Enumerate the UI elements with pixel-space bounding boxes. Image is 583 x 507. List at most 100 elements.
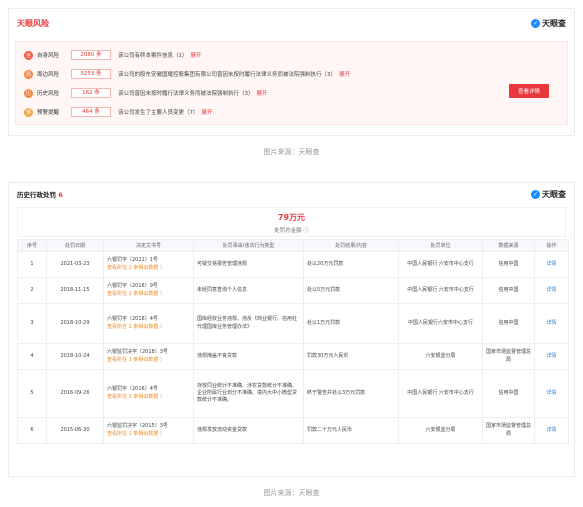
logo-icon: ✓ <box>531 189 540 199</box>
risk-card-header: 天眼风险 ✓ 天眼查 <box>9 9 574 37</box>
doc-number: 六银罚字〔2018〕9号 <box>107 283 158 290</box>
cell-org: 中国人民银行 六安市中心支行 <box>398 369 483 418</box>
cell-org: 六安银监分局 <box>398 417 483 444</box>
table-row: 6 2015-06-30 六银监罚决字〔2015〕3号 查看所在 1 条相似数据 … <box>17 417 569 444</box>
cell-doc: 六银罚字〔2021〕1号 查看所在 1 条相似数据 〉 <box>103 251 194 278</box>
cell-org: 中国人民银行 六安市中心支行 <box>398 251 483 278</box>
cell-result: 处以20万元罚款 <box>303 251 399 278</box>
detail-link[interactable]: 详情 <box>534 417 569 444</box>
similar-data-link[interactable]: 查看所在 1 条相似数据 〉 <box>107 324 190 331</box>
penalty-title-text: 历史行政处罚 <box>17 191 56 199</box>
col-header: 序号 <box>17 239 47 252</box>
col-header: 操作 <box>534 239 569 252</box>
risk-count[interactable]: 2080 条 <box>71 50 111 60</box>
cell-reason: 可疑交易报告管理违规 <box>193 251 304 278</box>
cell-no: 1 <box>17 251 47 278</box>
risk-card: 天眼风险 ✓ 天眼查 自 自身风险 2080 条 该公司有终本案件信息（1） 展… <box>8 8 575 136</box>
cell-no: 3 <box>17 303 47 344</box>
cell-result: 终于警告并处以3万元罚款 <box>303 369 399 418</box>
detail-link[interactable]: 详情 <box>534 277 569 304</box>
tianyancha-logo: ✓ 天眼查 <box>531 18 566 29</box>
doc-number: 六银监罚决字〔2018〕3号 <box>107 349 168 356</box>
similar-data-link[interactable]: 查看所在 1 条相似数据 〉 <box>107 357 190 364</box>
col-header: 处罚结果/内容 <box>303 239 399 252</box>
risk-count[interactable]: 3253 条 <box>71 69 111 79</box>
risk-text: 该公司发生了主要人员变更（7） <box>118 110 199 116</box>
detail-link[interactable]: 详情 <box>534 251 569 278</box>
cell-result: 处以1万元罚款 <box>303 303 399 344</box>
risk-card-title: 天眼风险 <box>17 18 49 28</box>
cell-doc: 六银罚字〔2016〕4号 查看所在 1 条相似数据 〉 <box>103 369 194 418</box>
table-row: 4 2018-10-24 六银监罚决字〔2018〕3号 查看所在 1 条相似数据 … <box>17 343 569 370</box>
risk-row: 周 周边风险 3253 条 该公司的股东安徽国耀控股集团有限公司曾因未按时履行法… <box>24 67 350 81</box>
penalty-amount-label: 处罚总金额 ⓘ <box>274 228 309 234</box>
risk-name: 预警提醒 <box>37 110 60 116</box>
cell-result: 罚款二十万元人民币 <box>303 417 399 444</box>
cell-result: 罚款30万元人民币 <box>303 343 399 370</box>
table-header-row: 序号 处罚日期 决定文书号 处罚事由/违法行为类型 处罚结果/内容 处罚单位 数… <box>17 239 569 252</box>
expand-link[interactable]: 展开 <box>339 70 350 78</box>
col-header: 处罚日期 <box>46 239 104 252</box>
image-caption: 图片来源：天眼查 <box>263 148 320 156</box>
col-header: 决定文书号 <box>103 239 194 252</box>
image-caption: 图片来源：天眼查 <box>263 489 320 497</box>
risk-count[interactable]: 464 条 <box>71 107 111 117</box>
penalty-count: 6 <box>58 191 63 199</box>
risk-row: 自 自身风险 2080 条 该公司有终本案件信息（1） 展开 <box>24 48 202 62</box>
expand-link[interactable]: 展开 <box>191 51 202 59</box>
view-details-button[interactable]: 查看详情 <box>509 84 549 98</box>
cell-source: 信用中国 <box>482 369 535 418</box>
penalty-table: 序号 处罚日期 决定文书号 处罚事由/违法行为类型 处罚结果/内容 处罚单位 数… <box>17 239 569 444</box>
table-row: 1 2021-03-23 六银罚字〔2021〕1号 查看所在 1 条相似数据 〉 … <box>17 251 569 278</box>
cell-org: 六安银监分局 <box>398 343 483 370</box>
cell-date: 2018-10-24 <box>46 343 104 370</box>
penalty-card: 历史行政处罚 6 ✓ 天眼查 79万元 处罚总金额 ⓘ 序号 处罚日期 决定文书… <box>8 182 575 477</box>
cell-doc: 六银罚字〔2018〕9号 查看所在 1 条相似数据 〉 <box>103 277 194 304</box>
cell-reason: 国库经收业务违规、违反《商业银行、信用社代理国库业务管理办法》 <box>193 303 304 344</box>
cell-reason: 违规发放流动资金贷款 <box>193 417 304 444</box>
cell-reason: 未经同意查询个人信息 <box>193 277 304 304</box>
risk-row: 预 预警提醒 464 条 该公司发生了主要人员变更（7） 展开 <box>24 105 213 119</box>
cell-source: 国家市场监督管理总局 <box>482 343 535 370</box>
logo-icon: ✓ <box>531 18 540 28</box>
detail-link[interactable]: 详情 <box>534 369 569 418</box>
col-header: 数据来源 <box>482 239 535 252</box>
cell-result: 处以5万元罚款 <box>303 277 399 304</box>
cell-no: 5 <box>17 369 47 418</box>
cell-reason: 存放同业统计不准确、涉农贷款统计不准确、企业所属行业划分不准确、境内大中小微型贷… <box>193 369 304 418</box>
cell-source: 信用中国 <box>482 251 535 278</box>
risk-count[interactable]: 162 条 <box>71 88 111 98</box>
col-header: 处罚事由/违法行为类型 <box>193 239 304 252</box>
cell-date: 2015-06-30 <box>46 417 104 444</box>
table-row: 5 2016-09-26 六银罚字〔2016〕4号 查看所在 1 条相似数据 〉 … <box>17 369 569 418</box>
history-risk-icon: 历 <box>24 88 33 98</box>
warning-icon: 预 <box>24 107 33 117</box>
expand-link[interactable]: 展开 <box>202 108 213 116</box>
cell-doc: 六银罚字〔2018〕4号 查看所在 1 条相似数据 〉 <box>103 303 194 344</box>
cell-doc: 六银监罚决字〔2015〕3号 查看所在 1 条相似数据 〉 <box>103 417 194 444</box>
cell-no: 6 <box>17 417 47 444</box>
similar-data-link[interactable]: 查看所在 1 条相似数据 〉 <box>107 291 190 298</box>
similar-data-link[interactable]: 查看所在 1 条相似数据 〉 <box>107 431 190 438</box>
risk-row: 历 历史风险 162 条 该公司曾因未按时履行法律义务而被法院强制执行（3） 展… <box>24 86 268 100</box>
logo-text: 天眼查 <box>542 18 566 28</box>
cell-date: 2016-09-26 <box>46 369 104 418</box>
risk-text: 该公司有终本案件信息（1） <box>118 53 188 59</box>
detail-link[interactable]: 详情 <box>534 303 569 344</box>
risk-text: 该公司曾因未按时履行法律义务而被法院强制执行（3） <box>118 91 254 97</box>
similar-data-link[interactable]: 查看所在 1 条相似数据 〉 <box>107 394 190 401</box>
surrounding-risk-icon: 周 <box>24 69 33 79</box>
cell-doc: 六银监罚决字〔2018〕3号 查看所在 1 条相似数据 〉 <box>103 343 194 370</box>
col-header: 处罚单位 <box>398 239 483 252</box>
similar-data-link[interactable]: 查看所在 1 条相似数据 〉 <box>107 265 190 272</box>
detail-link[interactable]: 详情 <box>534 343 569 370</box>
doc-number: 六银罚字〔2016〕4号 <box>107 386 158 393</box>
cell-no: 2 <box>17 277 47 304</box>
expand-link[interactable]: 展开 <box>257 89 268 97</box>
cell-reason: 违规掩盖不良贷款 <box>193 343 304 370</box>
risk-name: 周边风险 <box>37 72 60 78</box>
self-risk-icon: 自 <box>24 50 33 60</box>
logo-text: 天眼查 <box>542 189 566 199</box>
table-row: 3 2018-10-29 六银罚字〔2018〕4号 查看所在 1 条相似数据 〉 … <box>17 303 569 344</box>
risk-name: 自身风险 <box>37 53 60 59</box>
